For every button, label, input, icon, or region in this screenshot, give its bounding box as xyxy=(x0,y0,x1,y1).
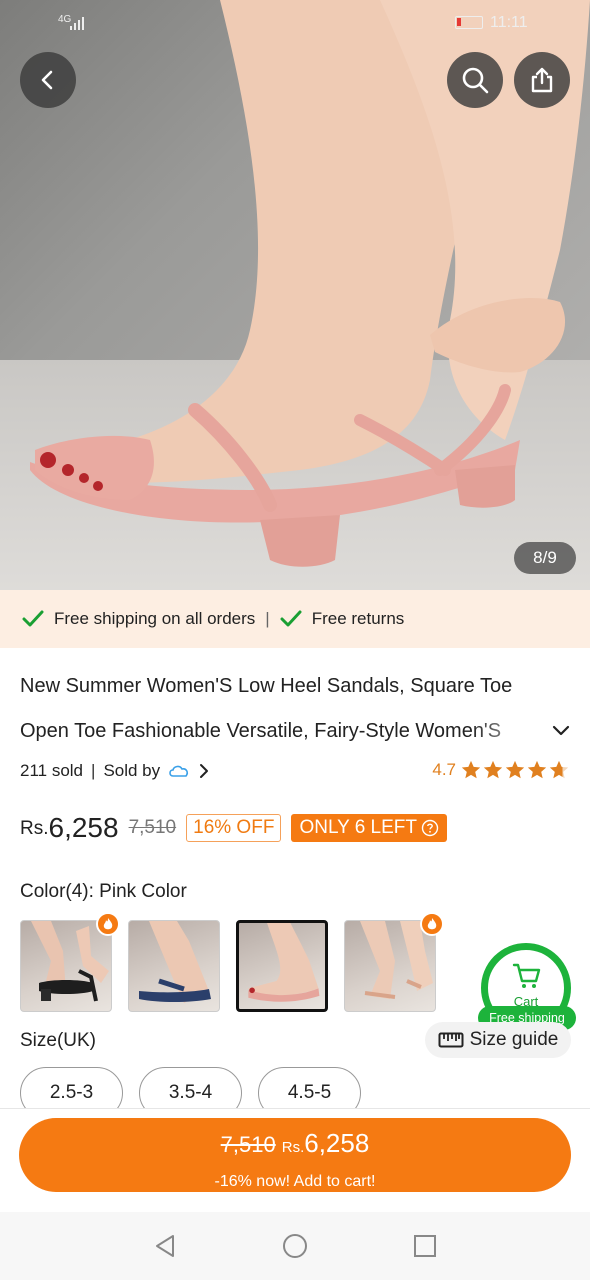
color-option-black[interactable] xyxy=(20,912,120,1012)
cart-icon xyxy=(512,963,541,988)
search-icon xyxy=(462,67,489,94)
nav-recents-icon[interactable] xyxy=(411,1232,439,1260)
size-guide-button[interactable]: Size guide xyxy=(425,1022,571,1058)
search-button[interactable] xyxy=(447,52,503,108)
add-to-cart-original-price: 7,510 xyxy=(220,1132,276,1157)
size-label: Size(UK) xyxy=(20,1030,97,1051)
color-option-pink[interactable] xyxy=(236,920,328,1012)
chevron-left-icon xyxy=(41,70,53,90)
product-image[interactable]: 4G 11:11 8/9 xyxy=(0,0,590,590)
color-options xyxy=(20,912,444,1012)
clock: 11:11 xyxy=(490,14,528,31)
nav-home-icon[interactable] xyxy=(281,1232,309,1260)
image-pager: 8/9 xyxy=(514,542,576,574)
signal-icon xyxy=(70,14,84,30)
color-thumbnail-selected xyxy=(236,920,328,1012)
color-thumbnail xyxy=(20,920,112,1012)
check-icon xyxy=(22,610,44,627)
share-button[interactable] xyxy=(514,52,570,108)
color-thumbnail xyxy=(128,920,220,1012)
separator: | xyxy=(91,761,96,780)
sandal-thumb-icon xyxy=(139,921,211,1003)
add-to-cart-button[interactable]: 7,510 Rs.6,258 -16% now! Add to cart! xyxy=(19,1118,571,1192)
color-option-navy[interactable] xyxy=(128,920,220,1012)
nav-back-icon[interactable] xyxy=(151,1232,179,1260)
color-label: Color(4): Pink Color xyxy=(20,881,187,902)
free-shipping-text: Free shipping on all orders xyxy=(54,609,256,628)
add-to-cart-currency: Rs. xyxy=(281,1139,305,1156)
shipping-info-bar: Free shipping on all orders | Free retur… xyxy=(0,590,590,648)
price: 6,258 xyxy=(48,812,119,843)
flame-icon xyxy=(96,912,120,936)
stock-badge[interactable]: ONLY 6 LEFT xyxy=(291,814,447,842)
stock-badge-text: ONLY 6 LEFT xyxy=(299,817,417,838)
battery-icon xyxy=(455,16,483,29)
color-thumbnail xyxy=(344,920,436,1012)
star-icon xyxy=(461,760,481,779)
chevron-down-icon[interactable] xyxy=(551,720,571,740)
ruler-icon xyxy=(438,1032,464,1048)
original-price: 7,510 xyxy=(128,817,177,838)
sold-by-label: Sold by xyxy=(103,761,161,780)
help-icon xyxy=(421,819,439,837)
check-icon xyxy=(280,610,302,627)
add-to-cart-price: 7,510 Rs.6,258 xyxy=(19,1128,571,1159)
add-to-cart-current-price: 6,258 xyxy=(304,1128,370,1158)
sandal-thumb-icon xyxy=(248,923,320,1002)
rating-value: 4.7 xyxy=(432,760,456,779)
cloud-icon[interactable] xyxy=(168,763,190,779)
sandal-thumb-icon xyxy=(31,921,109,1002)
star-icon xyxy=(483,760,503,779)
star-rating xyxy=(460,759,570,781)
currency: Rs. xyxy=(20,818,49,839)
free-returns-text: Free returns xyxy=(311,609,405,628)
star-icon xyxy=(527,760,547,779)
separator: | xyxy=(265,609,270,628)
size-guide-label: Size guide xyxy=(469,1029,559,1050)
discount-badge: 16% OFF xyxy=(186,814,282,842)
flame-icon xyxy=(420,912,444,936)
share-icon xyxy=(531,67,553,93)
rating[interactable]: 4.7 xyxy=(432,758,570,782)
color-option-apricot[interactable] xyxy=(344,912,444,1012)
chevron-right-icon[interactable] xyxy=(198,763,210,779)
add-to-cart-subtext: -16% now! Add to cart! xyxy=(214,1173,376,1190)
product-title[interactable]: New Summer Women'S Low Heel Sandals, Squ… xyxy=(20,664,550,754)
back-button[interactable] xyxy=(20,52,76,108)
system-nav-bar xyxy=(0,1212,590,1280)
price-row: Rs. 6,258 7,510 16% OFF ONLY 6 LEFT xyxy=(20,808,447,848)
product-title-line1: New Summer Women'S Low Heel Sandals, Squ… xyxy=(20,675,513,697)
star-icon xyxy=(505,760,525,779)
star-icon xyxy=(549,760,569,779)
sandal-thumb-icon xyxy=(360,921,433,999)
product-title-line2: Open Toe Fashionable Versatile, Fairy-St… xyxy=(20,720,502,742)
status-bar: 4G 11:11 xyxy=(0,12,590,36)
sold-count: 211 sold xyxy=(20,761,84,780)
